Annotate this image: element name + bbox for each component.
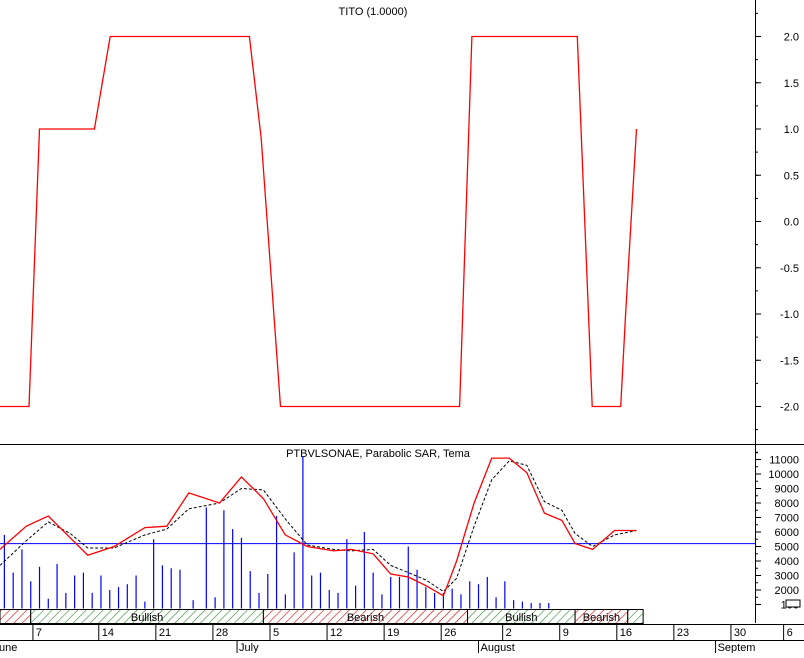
date-tick-label: 21: [159, 627, 171, 639]
price-tick-label: 9000: [775, 484, 799, 496]
month-label: Septem: [718, 642, 756, 653]
signal-band-label: Bullish: [131, 612, 163, 624]
oscillator-axis: 2.0 1.5 1.0 0.5 0.0 -0.5 -1.0 -1.5 -2.0: [755, 12, 799, 454]
price-volume-panel: PTBVLSONAE, Parabolic SAR, Tema 11000 100…: [0, 448, 801, 624]
date-tick-label: 6: [787, 627, 793, 639]
zoom-box[interactable]: [785, 599, 801, 608]
price-panel-title: PTBVLSONAE, Parabolic SAR, Tema: [286, 448, 471, 460]
date-tick-label: 12: [330, 627, 342, 639]
tema-line: [0, 460, 637, 593]
oscillator-tick-label: 1.5: [784, 78, 799, 90]
oscillator-title: TITO (1.0000): [339, 6, 408, 18]
signal-band-strip: Bullish Bearish Bullish Bearish: [0, 609, 644, 624]
date-tick-label: 26: [444, 627, 456, 639]
signal-band-label: Bearish: [347, 612, 384, 624]
oscillator-tick-label: 0.5: [784, 170, 799, 182]
oscillator-panel: TITO (1.0000) 2.0 1.5 1.0 0.5 0.0 -0.5 -1.0 -1.…: [0, 6, 799, 454]
date-axis: 7 14 21 28 5 12 19 26 2 9 16 23 30 6 une July August Sept…: [0, 624, 793, 654]
signal-band-label: Bearish: [583, 612, 620, 624]
date-tick-label: 14: [102, 627, 114, 639]
date-tick-label: 9: [563, 627, 569, 639]
price-tick-label: 10000: [768, 469, 799, 481]
price-tick-label: 8000: [775, 498, 799, 510]
date-tick-label: 28: [216, 627, 228, 639]
close-line: [0, 457, 637, 597]
date-tick-label: 2: [506, 627, 512, 639]
signal-band-bearish: [0, 609, 32, 624]
chart-canvas: TITO (1.0000) 2.0 1.5 1.0 0.5 0.0 -0.5 -1.0 -1.…: [0, 0, 804, 654]
month-label: August: [481, 642, 515, 653]
price-tick-label: 3000: [775, 571, 799, 583]
oscillator-tick-label: 1.0: [784, 124, 799, 136]
date-tick-label: 5: [273, 627, 279, 639]
price-tick-label: 2000: [775, 585, 799, 597]
signal-band-bullish: [627, 609, 644, 624]
month-label: une: [0, 642, 17, 653]
date-tick-label: 7: [36, 627, 42, 639]
date-tick-label: 30: [734, 627, 746, 639]
oscillator-tick-label: -2.0: [780, 402, 799, 414]
price-tick-label: 6000: [775, 527, 799, 539]
chart-window: TITO (1.0000) 2.0 1.5 1.0 0.5 0.0 -0.5 -1.0 -1.…: [0, 0, 804, 654]
oscillator-tick-label: -1.0: [780, 309, 799, 321]
price-tick-label: 4000: [775, 556, 799, 568]
price-tick-label: 5000: [775, 542, 799, 554]
signal-band-label: Bullish: [505, 612, 537, 624]
oscillator-line: [0, 35, 638, 408]
date-tick-label: 19: [387, 627, 399, 639]
price-tick-label: 7000: [775, 513, 799, 525]
date-tick-label: 23: [677, 627, 689, 639]
date-tick-label: 16: [620, 627, 632, 639]
oscillator-tick-label: 0.0: [784, 217, 799, 229]
price-tick-label: 11000: [769, 455, 799, 467]
price-axis: 11000 10000 9000 8000 7000 6000 5000 4000 3000 20…: [755, 451, 799, 612]
oscillator-tick-label: 2.0: [784, 32, 799, 44]
oscillator-tick-label: -1.5: [780, 355, 799, 367]
volume-bars: [3, 456, 550, 609]
month-label: July: [239, 642, 259, 653]
oscillator-tick-label: -0.5: [780, 263, 799, 275]
